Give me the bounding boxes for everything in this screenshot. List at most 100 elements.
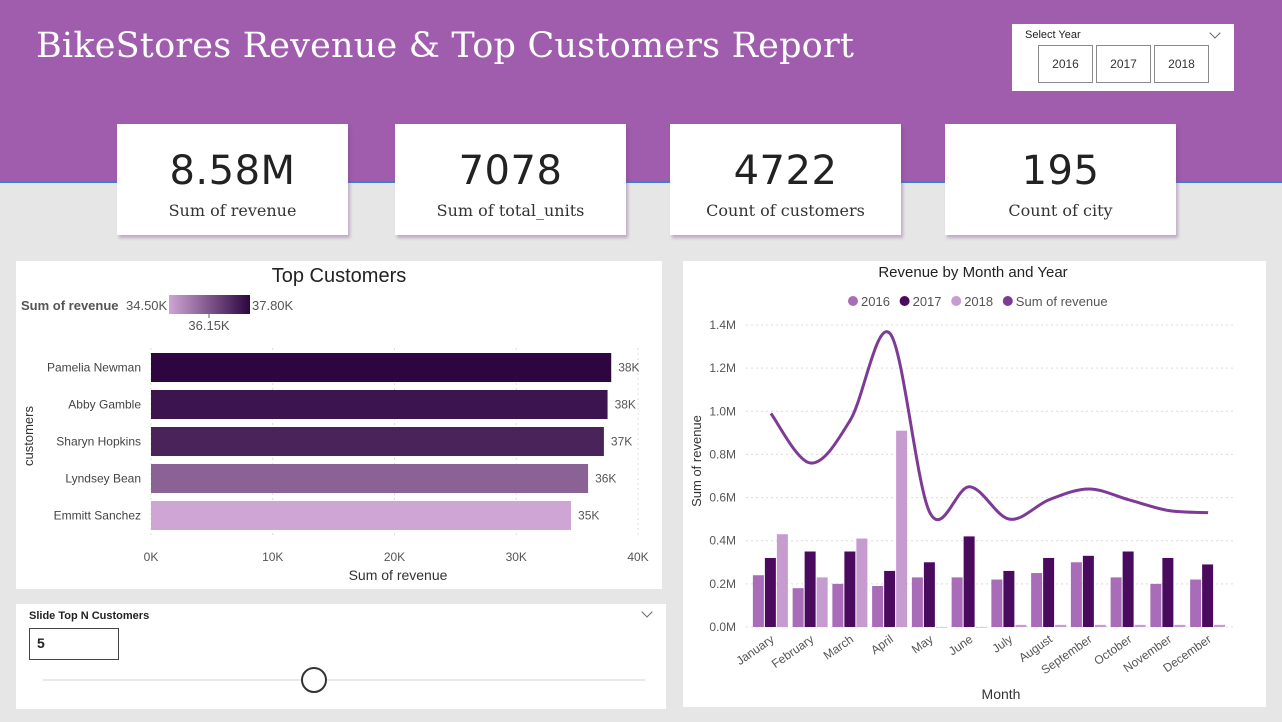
x-axis-title: Sum of revenue	[349, 567, 448, 583]
kpi-value: 195	[1021, 148, 1100, 194]
bar-2016[interactable]	[951, 577, 963, 627]
x-tick-label: March	[821, 632, 856, 663]
bar-2016[interactable]	[832, 583, 844, 627]
x-tick-label: July	[990, 632, 1016, 656]
slider-track[interactable]	[43, 679, 645, 681]
bar-2018[interactable]	[1015, 624, 1027, 627]
year-slicer[interactable]: Select Year 2016 2017 2018	[1012, 24, 1234, 91]
x-tick-label: 40K	[627, 550, 648, 564]
bar-2017[interactable]	[804, 551, 816, 628]
report-title: BikeStores Revenue & Top Customers Repor…	[36, 26, 855, 66]
year-button-2018[interactable]: 2018	[1154, 45, 1209, 83]
kpi-card-revenue: 8.58M Sum of revenue	[117, 124, 348, 235]
bar-2016[interactable]	[1070, 562, 1082, 627]
bar-2018[interactable]	[975, 627, 987, 628]
bar-2018[interactable]	[776, 534, 788, 627]
bar-2018[interactable]	[1174, 624, 1186, 627]
chevron-down-icon[interactable]	[641, 606, 653, 618]
bar[interactable]	[151, 427, 604, 456]
revenue-by-month-chart: Revenue by Month and Year 2016 2017 2018 Su…	[689, 264, 1233, 702]
legend-marker	[951, 296, 962, 306]
y-tick-label: 0.0M	[709, 620, 736, 634]
x-tick-label: February	[769, 632, 816, 671]
bar-2017[interactable]	[1082, 555, 1094, 627]
kpi-value: 7078	[458, 148, 563, 194]
y-tick-label: 1.2M	[709, 361, 736, 375]
bar-2017[interactable]	[1122, 551, 1134, 628]
legend-mid-label: 36.15K	[188, 318, 230, 333]
legend-max-label: 37.80K	[252, 298, 294, 313]
legend-min-label: 34.50K	[126, 298, 168, 313]
topn-slicer-title: Slide Top N Customers	[29, 610, 150, 622]
topn-input[interactable]: 5	[29, 628, 119, 660]
bar-2016[interactable]	[1031, 573, 1043, 627]
legend-gradient	[169, 295, 250, 314]
bar-2017[interactable]	[1162, 557, 1174, 627]
data-label: 37K	[611, 435, 632, 449]
bar-2016[interactable]	[872, 586, 884, 627]
bar-2017[interactable]	[764, 557, 776, 627]
bar-2017[interactable]	[963, 536, 975, 627]
legend-marker	[1002, 296, 1013, 306]
kpi-label: Sum of revenue	[168, 201, 297, 220]
legend-item: 2018	[964, 294, 993, 309]
kpi-label: Count of city	[1008, 201, 1113, 220]
legend-marker	[848, 296, 858, 306]
x-axis-title: Month	[982, 686, 1021, 702]
bar-2017[interactable]	[884, 570, 896, 627]
category-label: Sharyn Hopkins	[56, 435, 141, 449]
bar-2016[interactable]	[1190, 579, 1202, 627]
bar-2016[interactable]	[792, 588, 804, 627]
legend-title: Sum of revenue	[21, 298, 119, 313]
y-axis-title: customers	[21, 406, 36, 466]
bar-2017[interactable]	[1043, 557, 1055, 627]
bar-2016[interactable]	[1110, 577, 1122, 627]
bar-2016[interactable]	[1150, 583, 1162, 627]
bar-2017[interactable]	[844, 551, 856, 628]
bar-2018[interactable]	[1214, 624, 1226, 627]
bar[interactable]	[151, 501, 572, 530]
bar-2017[interactable]	[1003, 570, 1015, 627]
chart-title: Top Customers	[272, 265, 407, 287]
bar-2016[interactable]	[752, 575, 764, 627]
data-label: 36K	[595, 472, 616, 486]
bar-2018[interactable]	[1055, 624, 1067, 627]
bar[interactable]	[151, 390, 608, 419]
bar-2016[interactable]	[991, 579, 1003, 627]
top-customers-panel: Top Customers Sum of revenue 34.50K 37.8…	[16, 261, 662, 589]
kpi-value: 4722	[733, 148, 838, 194]
year-button-2016[interactable]: 2016	[1038, 45, 1093, 83]
category-label: Emmitt Sanchez	[54, 509, 141, 523]
revenue-line	[769, 330, 1209, 522]
bar-2017[interactable]	[923, 562, 935, 627]
x-tick-label: April	[868, 632, 896, 657]
revenue-by-month-panel: Revenue by Month and Year 2016 2017 2018 Su…	[683, 261, 1266, 707]
category-label: Abby Gamble	[68, 398, 141, 412]
chevron-down-icon[interactable]	[1209, 27, 1221, 39]
kpi-label: Count of customers	[706, 201, 865, 220]
legend-item: 2016	[861, 294, 890, 309]
bar-2018[interactable]	[816, 577, 828, 627]
x-tick-label: June	[946, 632, 976, 659]
legend-marker	[899, 296, 910, 306]
data-label: 35K	[578, 509, 599, 523]
bar-2018[interactable]	[1134, 624, 1146, 627]
legend-item: 2017	[913, 294, 942, 309]
category-label: Lyndsey Bean	[65, 472, 141, 486]
data-label: 38K	[615, 398, 636, 412]
bar[interactable]	[151, 353, 612, 382]
bar-2016[interactable]	[911, 577, 923, 627]
category-label: Pamelia Newman	[47, 361, 141, 375]
slider-thumb[interactable]	[300, 667, 327, 693]
topn-slicer[interactable]: Slide Top N Customers 5	[16, 604, 666, 709]
bar-2018[interactable]	[935, 627, 947, 628]
year-button-2017[interactable]: 2017	[1096, 45, 1151, 83]
y-tick-label: 1.0M	[709, 404, 736, 418]
bar[interactable]	[151, 464, 589, 493]
bar-2018[interactable]	[856, 538, 868, 627]
bar-2018[interactable]	[896, 430, 908, 627]
bar-2017[interactable]	[1202, 564, 1214, 627]
x-tick-label: May	[909, 632, 936, 656]
x-tick-label: 10K	[262, 550, 283, 564]
bar-2018[interactable]	[1094, 624, 1106, 627]
